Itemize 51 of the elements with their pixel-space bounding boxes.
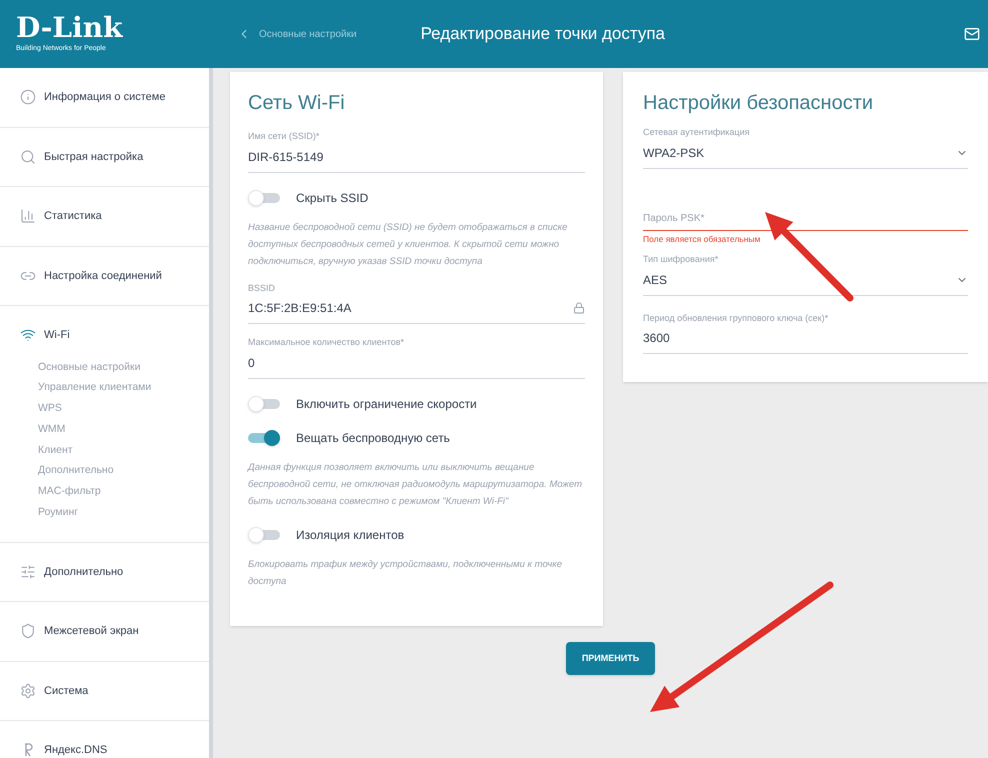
sidebar-item[interactable]: Информация о системе (20, 89, 189, 106)
settings-icon (20, 682, 36, 699)
field-label: BSSID (248, 282, 276, 294)
card-title: Настройки безопасности (643, 91, 874, 116)
select-field[interactable]: Сетевая аутентификация WPA2-PSK (643, 126, 968, 168)
text-field[interactable]: Максимальное количество клиентов* 0 (248, 336, 585, 378)
sidebar-item[interactable]: Настройка соединений (20, 268, 189, 284)
field-value: WPA2-PSK (643, 144, 704, 162)
switch-label: Скрыть SSID (296, 190, 368, 206)
sidebar-item[interactable]: Система (20, 682, 189, 699)
sliders-icon (20, 564, 36, 580)
switch-label: Изоляция клиентов (296, 526, 404, 544)
field-label: Период обновления группового ключа (сек)* (643, 312, 830, 325)
text-field[interactable]: Имя сети (SSID)* DIR-615-5149 (248, 130, 585, 172)
sidebar-item[interactable]: Яндекс.DNS (20, 742, 189, 758)
sidebar-item[interactable]: Статистика (20, 208, 189, 224)
hint-text: Название беспроводной сети (SSID) не будет отображаться в списке доступных беспроводных сетей у клиентов. К скрытой сети можно подключиться, вручную указав SSID точки доступа (248, 220, 568, 268)
field-label: Имя сети (SSID)* (248, 130, 320, 143)
sidebar-item[interactable]: Дополнительно (20, 564, 189, 580)
toggle-switch[interactable] (248, 190, 280, 206)
hint-text: Данная функция позволяет включить или выключить вещание беспроводной сети, не отключая радиомодуль маршрутизатора. Может быть использована совместно с режимом "Клиент Wi-Fi" (248, 460, 583, 508)
field-label: Сетевая аутентификация (643, 126, 750, 139)
switch-label: Вещать беспроводную сеть (296, 430, 450, 446)
hint-text: Блокировать трафик между устройствами, подключенными к точке доступа (248, 558, 564, 588)
field-value: DIR-615-5149 (248, 148, 324, 166)
text-field[interactable]: BSSID 1C:5F:2B:E9:51:4A (248, 282, 585, 324)
field-value: 0 (248, 354, 255, 372)
toggle-switch[interactable] (248, 430, 280, 446)
sidebar-item[interactable]: Быстрая настройка (20, 148, 189, 165)
page-title: Редактирование точки доступа (420, 23, 665, 46)
field-value: 1C:5F:2B:E9:51:4A (248, 300, 352, 317)
search-icon (20, 148, 36, 165)
switch-label: Включить ограничение скорости (296, 396, 477, 412)
toggle-switch[interactable] (248, 526, 280, 542)
field-label: Максимальное количество клиентов* (248, 336, 406, 349)
logo-text: D-Link (16, 14, 124, 42)
field-label: Тип шифрования* (643, 253, 720, 266)
text-field[interactable]: Период обновления группового ключа (сек)* 3600 (643, 312, 968, 354)
shield-icon (20, 623, 36, 640)
toggle-switch[interactable] (248, 396, 280, 412)
mail-icon[interactable] (964, 26, 980, 42)
error-message: Поле является обязательным (643, 232, 762, 246)
select-field[interactable]: Тип шифрования* AES (643, 253, 968, 296)
card-title: Сеть Wi-Fi (248, 91, 346, 116)
sidebar-item[interactable]: Межсетевой экран (20, 623, 189, 640)
apply-button[interactable]: ПРИМЕНИТЬ (566, 642, 656, 675)
bar-chart-icon (20, 208, 36, 224)
sidebar-item[interactable]: Wi-Fi (20, 327, 189, 344)
field-value: AES (643, 272, 668, 289)
info-icon (20, 89, 36, 106)
field-value: 3600 (643, 330, 671, 348)
